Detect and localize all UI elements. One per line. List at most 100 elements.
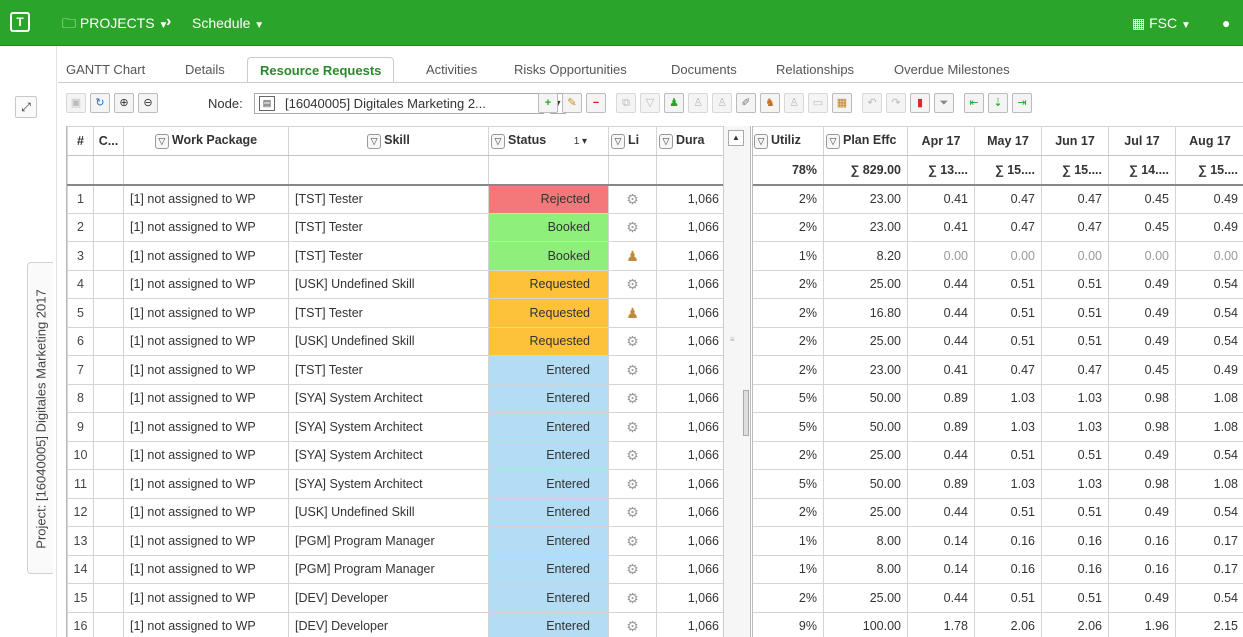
month-value-cell[interactable]: 1.03 <box>1041 412 1109 442</box>
line-icon-cell[interactable]: ⚙ <box>608 212 657 242</box>
row-c-cell[interactable] <box>93 355 124 385</box>
line-icon-cell[interactable]: ⚙ <box>608 269 657 299</box>
skill-cell[interactable]: [USK] Undefined Skill <box>288 497 489 527</box>
person-icon[interactable]: ♙ <box>688 93 708 113</box>
duration-cell[interactable]: 1,066 <box>656 326 726 356</box>
month-value-cell[interactable]: 1.03 <box>974 412 1042 442</box>
skill-cell[interactable]: [TST] Tester <box>288 355 489 385</box>
month-value-cell[interactable]: 0.47 <box>1041 212 1109 242</box>
table-row[interactable]: 8 [1] not assigned to WP [SYA] System Arch… <box>67 383 726 413</box>
table-row[interactable]: 5% 50.00 0.89 1.03 1.03 0.98 1.08 <box>751 469 1243 499</box>
month-value-cell[interactable]: 0.54 <box>1175 440 1243 470</box>
table-row[interactable]: 12 [1] not assigned to WP [USK] Undefined … <box>67 497 726 527</box>
work-package-cell[interactable]: [1] not assigned to WP <box>123 298 289 328</box>
month-value-cell[interactable]: 1.96 <box>1108 611 1176 637</box>
table-row[interactable]: 14 [1] not assigned to WP [PGM] Program Ma… <box>67 554 726 584</box>
month-value-cell[interactable]: 0.44 <box>907 326 975 356</box>
table-row[interactable]: 2 [1] not assigned to WP [TST] Tester Booke… <box>67 212 726 242</box>
redo-icon[interactable]: ↷ <box>886 93 906 113</box>
filter-icon[interactable]: ▽ <box>491 133 505 149</box>
table-row[interactable]: 16 [1] not assigned to WP [DEV] Developer E… <box>67 611 726 637</box>
line-icon-cell[interactable]: ♟ <box>608 298 657 328</box>
line-icon-cell[interactable]: ⚙ <box>608 440 657 470</box>
month-value-cell[interactable]: 0.44 <box>907 298 975 328</box>
skill-cell[interactable]: [TST] Tester <box>288 184 489 214</box>
status-cell[interactable]: Entered <box>488 611 609 637</box>
column-header-duration[interactable]: ▽ Dura <box>656 126 726 156</box>
table-row[interactable]: 1% 8.20 0.00 0.00 0.00 0.00 0.00 <box>751 241 1243 271</box>
tab-risks-opportunities[interactable]: Risks Opportunities <box>514 57 627 83</box>
refresh-icon[interactable]: ↻ <box>90 93 110 113</box>
filter-icon[interactable]: ▽ <box>754 133 768 149</box>
column-header-status[interactable]: ▽ Status 1 ▾ <box>488 126 609 156</box>
node-select[interactable]: ▤ [16040005] Digitales Marketing 2... <box>254 93 544 114</box>
month-value-cell[interactable]: 0.54 <box>1175 298 1243 328</box>
user-icon[interactable]: ● <box>1222 14 1230 32</box>
column-header-skill[interactable]: ▽ Skill <box>288 126 489 156</box>
table-row[interactable]: 13 [1] not assigned to WP [PGM] Program Ma… <box>67 526 726 556</box>
work-package-cell[interactable]: [1] not assigned to WP <box>123 583 289 613</box>
table-row[interactable]: 9% 100.00 1.78 2.06 2.06 1.96 2.15 <box>751 611 1243 637</box>
duration-cell[interactable]: 1,066 <box>656 355 726 385</box>
person-remove-icon[interactable]: ♙ <box>712 93 732 113</box>
plan-effort-cell[interactable]: 50.00 <box>823 412 908 442</box>
zoom-out-icon[interactable]: ⊖ <box>138 93 158 113</box>
schedule-menu[interactable]: Schedule ▼ <box>192 14 264 35</box>
month-value-cell[interactable]: 0.16 <box>974 554 1042 584</box>
month-value-cell[interactable]: 0.51 <box>1041 583 1109 613</box>
month-value-cell[interactable]: 2.06 <box>974 611 1042 637</box>
duration-cell[interactable]: 1,066 <box>656 554 726 584</box>
plan-effort-cell[interactable]: 50.00 <box>823 469 908 499</box>
skill-cell[interactable]: [SYA] System Architect <box>288 440 489 470</box>
work-package-cell[interactable]: [1] not assigned to WP <box>123 326 289 356</box>
work-package-cell[interactable]: [1] not assigned to WP <box>123 412 289 442</box>
status-cell[interactable]: Entered <box>488 526 609 556</box>
plan-effort-cell[interactable]: 8.20 <box>823 241 908 271</box>
duration-cell[interactable]: 1,066 <box>656 440 726 470</box>
tab-resource-requests[interactable]: Resource Requests <box>247 57 395 83</box>
status-cell[interactable]: Requested <box>488 326 609 356</box>
month-value-cell[interactable]: 0.49 <box>1175 355 1243 385</box>
month-value-cell[interactable]: 0.54 <box>1175 497 1243 527</box>
row-c-cell[interactable] <box>93 383 124 413</box>
utilization-cell[interactable]: 2% <box>751 269 824 299</box>
line-icon-cell[interactable]: ⚙ <box>608 355 657 385</box>
column-header-utilization[interactable]: ▽ Utiliz <box>751 126 824 156</box>
line-icon-cell[interactable]: ⚙ <box>608 184 657 214</box>
duration-cell[interactable]: 1,066 <box>656 412 726 442</box>
status-cell[interactable]: Requested <box>488 269 609 299</box>
duration-cell[interactable]: 1,066 <box>656 526 726 556</box>
skill-cell[interactable]: [SYA] System Architect <box>288 383 489 413</box>
line-icon-cell[interactable]: ⚙ <box>608 469 657 499</box>
month-value-cell[interactable]: 0.00 <box>907 241 975 271</box>
month-value-cell[interactable]: 0.49 <box>1108 298 1176 328</box>
filter-icon[interactable]: ▽ <box>611 133 625 149</box>
table-row[interactable]: 3 [1] not assigned to WP [TST] Tester Booke… <box>67 241 726 271</box>
duration-cell[interactable]: 1,066 <box>656 184 726 214</box>
app-logo-icon[interactable]: T <box>10 12 30 32</box>
month-value-cell[interactable]: 0.98 <box>1108 383 1176 413</box>
utilization-cell[interactable]: 1% <box>751 526 824 556</box>
month-value-cell[interactable]: 0.45 <box>1108 355 1176 385</box>
table-row[interactable]: 9 [1] not assigned to WP [SYA] System Arch… <box>67 412 726 442</box>
work-package-cell[interactable]: [1] not assigned to WP <box>123 355 289 385</box>
month-value-cell[interactable]: 0.49 <box>1175 212 1243 242</box>
month-value-cell[interactable]: 0.51 <box>974 440 1042 470</box>
plan-effort-cell[interactable]: 23.00 <box>823 212 908 242</box>
table-row[interactable]: 2% 23.00 0.41 0.47 0.47 0.45 0.49 <box>751 355 1243 385</box>
month-value-cell[interactable]: 0.47 <box>1041 184 1109 214</box>
month-value-cell[interactable]: 1.08 <box>1175 412 1243 442</box>
month-value-cell[interactable]: 0.00 <box>974 241 1042 271</box>
month-value-cell[interactable]: 0.41 <box>907 212 975 242</box>
status-cell[interactable]: Entered <box>488 554 609 584</box>
assign-icon[interactable]: ✐ <box>736 93 756 113</box>
user-menu[interactable]: ▦ FSC ▼ <box>1132 14 1191 35</box>
month-value-cell[interactable]: 0.16 <box>1108 554 1176 584</box>
line-icon-cell[interactable]: ⚙ <box>608 554 657 584</box>
row-c-cell[interactable] <box>93 526 124 556</box>
month-value-cell[interactable]: 2.06 <box>1041 611 1109 637</box>
row-c-cell[interactable] <box>93 611 124 637</box>
month-value-cell[interactable]: 1.03 <box>1041 469 1109 499</box>
table-row[interactable]: 2% 25.00 0.44 0.51 0.51 0.49 0.54 <box>751 440 1243 470</box>
work-package-cell[interactable]: [1] not assigned to WP <box>123 469 289 499</box>
